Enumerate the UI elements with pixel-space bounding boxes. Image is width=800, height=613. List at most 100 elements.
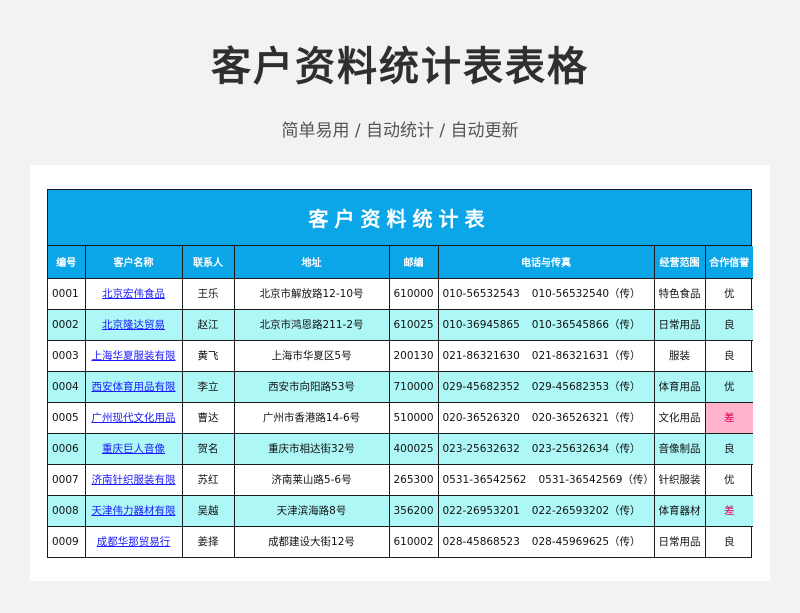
cell-credit: 良 xyxy=(704,525,753,557)
cell-address: 北京市解放路12-10号 xyxy=(233,277,390,310)
cell-phone-fax: 028-45868523 028-45969625（传） xyxy=(437,525,655,557)
cell-phone-fax: 010-56532543 010-56532540（传） xyxy=(437,277,655,310)
cell-id: 0001 xyxy=(48,277,86,310)
cell-contact: 黄飞 xyxy=(181,339,235,372)
cell-phone-fax: 0531-36542562 0531-36542569（传） xyxy=(437,463,655,496)
cell-credit: 优 xyxy=(704,463,753,496)
cell-zip: 200130 xyxy=(388,339,439,372)
cell-customer-link[interactable]: 济南针织服装有限 xyxy=(84,463,183,496)
cell-address: 重庆市相达街32号 xyxy=(233,432,390,465)
table-row: 0008 天津伟力器材有限 吴越 天津滨海路8号 356200 022-2695… xyxy=(48,494,753,527)
cell-id: 0008 xyxy=(48,494,86,527)
cell-scope: 体育器材 xyxy=(653,494,706,527)
col-header-contact: 联系人 xyxy=(181,246,235,279)
fax-number: 010-56532540（传） xyxy=(531,288,641,300)
cell-contact: 姜择 xyxy=(181,525,235,557)
cell-scope: 服装 xyxy=(653,339,706,372)
table-row: 0006 重庆巨人音像 贺名 重庆市相达街32号 400025 023-2563… xyxy=(48,432,753,465)
cell-id: 0006 xyxy=(48,432,86,465)
cell-phone-fax: 029-45682352 029-45682353（传） xyxy=(437,370,655,403)
phone-number: 010-56532543 xyxy=(442,288,520,300)
phone-number: 022-26953201 xyxy=(442,505,520,517)
cell-id: 0004 xyxy=(48,370,86,403)
fax-number: 010-36545866（传） xyxy=(531,319,641,331)
cell-zip: 510000 xyxy=(388,401,439,434)
cell-customer-link[interactable]: 天津伟力器材有限 xyxy=(84,494,183,527)
table-row: 0003 上海华夏服装有限 黄飞 上海市华夏区5号 200130 021-863… xyxy=(48,339,753,372)
cell-credit: 优 xyxy=(704,370,753,403)
phone-number: 028-45868523 xyxy=(442,536,520,549)
fax-number: 028-45969625（传） xyxy=(531,536,641,549)
fax-number: 023-25632634（传） xyxy=(531,443,641,455)
fax-number: 021-86321631（传） xyxy=(531,350,641,362)
cell-credit: 良 xyxy=(704,308,753,341)
cell-zip: 610025 xyxy=(388,308,439,341)
cell-credit: 差 xyxy=(704,401,753,434)
cell-credit: 优 xyxy=(704,277,753,310)
cell-scope: 特色食品 xyxy=(653,277,706,310)
cell-customer-link[interactable]: 上海华夏服装有限 xyxy=(84,339,183,372)
cell-phone-fax: 021-86321630 021-86321631（传） xyxy=(437,339,655,372)
table-header-row: 编号 客户名称 联系人 地址 邮编 电话与传真 经营范围 合作信誉 xyxy=(48,246,753,279)
table-row: 0004 西安体育用品有限 李立 西安市向阳路53号 710000 029-45… xyxy=(48,370,753,403)
cell-address: 上海市华夏区5号 xyxy=(233,339,390,372)
cell-customer-link[interactable]: 重庆巨人音像 xyxy=(84,432,183,465)
cell-address: 天津滨海路8号 xyxy=(233,494,390,527)
cell-scope: 音像制品 xyxy=(653,432,706,465)
table-row: 0001 北京宏伟食品 王乐 北京市解放路12-10号 610000 010-5… xyxy=(48,277,753,310)
cell-zip: 400025 xyxy=(388,432,439,465)
phone-number: 010-36945865 xyxy=(442,319,520,331)
cell-phone-fax: 022-26953201 022-26593202（传） xyxy=(437,494,655,527)
cell-customer-link[interactable]: 成都华那贸易行 xyxy=(84,525,183,557)
cell-zip: 710000 xyxy=(388,370,439,403)
cell-customer-link[interactable]: 广州现代文化用品 xyxy=(84,401,183,434)
cell-customer-link[interactable]: 北京宏伟食品 xyxy=(84,277,183,310)
table-row: 0005 广州现代文化用品 曹达 广州市香港路14-6号 510000 020-… xyxy=(48,401,753,434)
fax-number: 020-36526321（传） xyxy=(531,412,641,424)
cell-contact: 李立 xyxy=(181,370,235,403)
cell-address: 北京市鸿恩路211-2号 xyxy=(233,308,390,341)
cell-id: 0009 xyxy=(48,525,86,557)
cell-credit: 良 xyxy=(704,339,753,372)
cell-phone-fax: 023-25632632 023-25632634（传） xyxy=(437,432,655,465)
table-row: 0007 济南针织服装有限 苏红 济南莱山路5-6号 265300 0531-3… xyxy=(48,463,753,496)
cell-customer-link[interactable]: 北京隆达贸易 xyxy=(84,308,183,341)
table-body: 0001 北京宏伟食品 王乐 北京市解放路12-10号 610000 010-5… xyxy=(48,277,753,557)
cell-address: 成都建设大街12号 xyxy=(233,525,390,557)
table-row: 0009 成都华那贸易行 姜择 成都建设大街12号 610002 028-458… xyxy=(48,525,753,557)
cell-id: 0003 xyxy=(48,339,86,372)
cell-zip: 610002 xyxy=(388,525,439,557)
cell-address: 济南莱山路5-6号 xyxy=(233,463,390,496)
col-header-zip: 邮编 xyxy=(388,246,439,279)
cell-contact: 曹达 xyxy=(181,401,235,434)
cell-id: 0007 xyxy=(48,463,86,496)
cell-contact: 王乐 xyxy=(181,277,235,310)
phone-number: 021-86321630 xyxy=(442,350,520,362)
cell-customer-link[interactable]: 西安体育用品有限 xyxy=(84,370,183,403)
sheet-title: 客户资料统计表 xyxy=(48,190,751,246)
phone-number: 020-36526320 xyxy=(442,412,520,424)
cell-scope: 日常用品 xyxy=(653,308,706,341)
cell-scope: 体育用品 xyxy=(653,370,706,403)
phone-number: 029-45682352 xyxy=(442,381,520,393)
customer-table: 编号 客户名称 联系人 地址 邮编 电话与传真 经营范围 合作信誉 0001 北… xyxy=(48,246,753,557)
col-header-name: 客户名称 xyxy=(84,246,183,279)
preview-card: 客户资料统计表 编号 客户名称 联系人 地址 邮编 电话与传真 经营范围 合作信… xyxy=(30,165,770,581)
cell-phone-fax: 020-36526320 020-36526321（传） xyxy=(437,401,655,434)
fax-number: 029-45682353（传） xyxy=(531,381,641,393)
cell-contact: 赵江 xyxy=(181,308,235,341)
cell-zip: 356200 xyxy=(388,494,439,527)
cell-scope: 针织服装 xyxy=(653,463,706,496)
cell-scope: 日常用品 xyxy=(653,525,706,557)
table-row: 0002 北京隆达贸易 赵江 北京市鸿恩路211-2号 610025 010-3… xyxy=(48,308,753,341)
spreadsheet: 客户资料统计表 编号 客户名称 联系人 地址 邮编 电话与传真 经营范围 合作信… xyxy=(47,189,753,558)
col-header-id: 编号 xyxy=(48,246,86,279)
col-header-credit: 合作信誉 xyxy=(704,246,753,279)
col-header-scope: 经营范围 xyxy=(653,246,706,279)
phone-number: 023-25632632 xyxy=(442,443,520,455)
cell-id: 0005 xyxy=(48,401,86,434)
cell-credit: 差 xyxy=(704,494,753,527)
cell-contact: 吴越 xyxy=(181,494,235,527)
page-title: 客户资料统计表表格 xyxy=(211,44,589,90)
cell-address: 广州市香港路14-6号 xyxy=(233,401,390,434)
